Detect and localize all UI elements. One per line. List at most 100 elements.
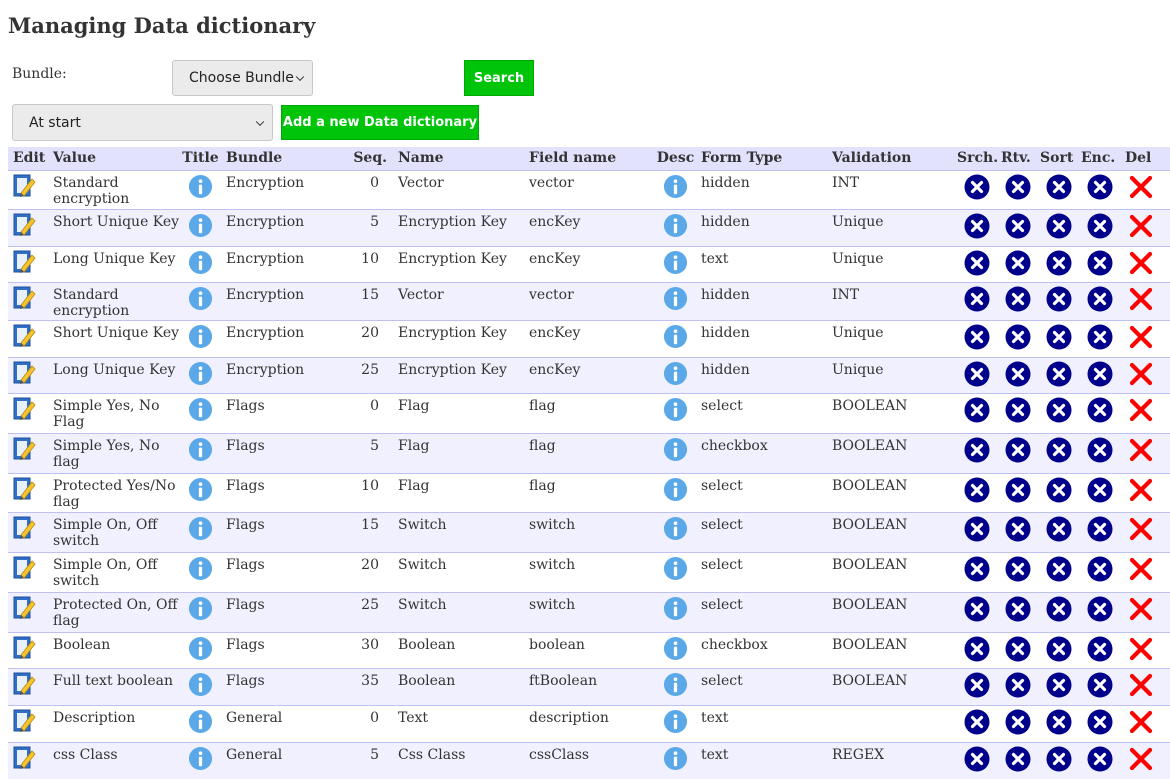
info-icon[interactable]	[663, 213, 688, 238]
edit-pencil-icon[interactable]	[12, 516, 36, 540]
info-icon[interactable]	[188, 361, 213, 386]
info-icon[interactable]	[188, 672, 213, 697]
info-icon[interactable]	[663, 516, 688, 541]
info-icon[interactable]	[188, 286, 213, 311]
delete-icon[interactable]	[1129, 673, 1153, 697]
info-icon[interactable]	[188, 746, 213, 771]
encrypt-toggle-icon[interactable]	[1087, 477, 1113, 503]
search-toggle-icon[interactable]	[964, 397, 990, 423]
sort-toggle-icon[interactable]	[1046, 437, 1072, 463]
encrypt-toggle-icon[interactable]	[1087, 437, 1113, 463]
search-toggle-icon[interactable]	[964, 746, 990, 772]
retrieve-toggle-icon[interactable]	[1005, 636, 1031, 662]
encrypt-toggle-icon[interactable]	[1087, 516, 1113, 542]
bundle-select[interactable]: Choose Bundle	[172, 60, 313, 96]
desc-info-cell[interactable]	[655, 392, 696, 433]
retrieve-toggle-icon[interactable]	[1005, 596, 1031, 622]
desc-info-cell[interactable]	[655, 208, 696, 246]
edit-pencil-icon[interactable]	[12, 324, 36, 348]
info-icon[interactable]	[663, 596, 688, 621]
edit-cell[interactable]	[8, 667, 48, 705]
edit-cell[interactable]	[8, 169, 48, 209]
title-info-cell[interactable]	[180, 392, 221, 433]
delete-icon[interactable]	[1129, 478, 1153, 502]
encrypt-toggle-icon[interactable]	[1087, 250, 1113, 276]
retrieve-toggle-icon[interactable]	[1005, 286, 1031, 312]
desc-info-cell[interactable]	[655, 245, 696, 282]
info-icon[interactable]	[188, 556, 213, 581]
desc-info-cell[interactable]	[655, 319, 696, 357]
title-info-cell[interactable]	[180, 432, 221, 473]
edit-cell[interactable]	[8, 704, 48, 742]
sort-toggle-icon[interactable]	[1046, 250, 1072, 276]
edit-cell[interactable]	[8, 551, 48, 592]
sort-toggle-icon[interactable]	[1046, 746, 1072, 772]
sort-toggle-icon[interactable]	[1046, 286, 1072, 312]
search-toggle-icon[interactable]	[964, 250, 990, 276]
title-info-cell[interactable]	[180, 208, 221, 246]
retrieve-toggle-icon[interactable]	[1005, 324, 1031, 350]
encrypt-toggle-icon[interactable]	[1087, 174, 1113, 200]
edit-pencil-icon[interactable]	[12, 672, 36, 696]
edit-pencil-icon[interactable]	[12, 437, 36, 461]
sort-toggle-icon[interactable]	[1046, 213, 1072, 239]
sort-toggle-icon[interactable]	[1046, 556, 1072, 582]
search-toggle-icon[interactable]	[964, 437, 990, 463]
delete-icon[interactable]	[1129, 398, 1153, 422]
retrieve-toggle-icon[interactable]	[1005, 516, 1031, 542]
delete-icon[interactable]	[1129, 325, 1153, 349]
info-icon[interactable]	[663, 324, 688, 349]
info-icon[interactable]	[663, 636, 688, 661]
delete-icon[interactable]	[1129, 747, 1153, 771]
retrieve-toggle-icon[interactable]	[1005, 174, 1031, 200]
edit-cell[interactable]	[8, 356, 48, 393]
search-toggle-icon[interactable]	[964, 516, 990, 542]
desc-info-cell[interactable]	[655, 591, 696, 632]
info-icon[interactable]	[188, 213, 213, 238]
edit-pencil-icon[interactable]	[12, 636, 36, 660]
title-info-cell[interactable]	[180, 704, 221, 742]
sort-toggle-icon[interactable]	[1046, 596, 1072, 622]
desc-info-cell[interactable]	[655, 667, 696, 705]
sort-toggle-icon[interactable]	[1046, 477, 1072, 503]
retrieve-toggle-icon[interactable]	[1005, 709, 1031, 735]
encrypt-toggle-icon[interactable]	[1087, 596, 1113, 622]
info-icon[interactable]	[188, 437, 213, 462]
add-data-dictionary-button[interactable]: Add a new Data dictionary	[281, 105, 479, 140]
edit-pencil-icon[interactable]	[12, 596, 36, 620]
encrypt-toggle-icon[interactable]	[1087, 556, 1113, 582]
desc-info-cell[interactable]	[655, 472, 696, 512]
info-icon[interactable]	[663, 286, 688, 311]
delete-icon[interactable]	[1129, 214, 1153, 238]
edit-cell[interactable]	[8, 208, 48, 246]
search-toggle-icon[interactable]	[964, 324, 990, 350]
retrieve-toggle-icon[interactable]	[1005, 250, 1031, 276]
sort-toggle-icon[interactable]	[1046, 174, 1072, 200]
edit-cell[interactable]	[8, 741, 48, 779]
sort-toggle-icon[interactable]	[1046, 361, 1072, 387]
title-info-cell[interactable]	[180, 511, 221, 552]
info-icon[interactable]	[188, 477, 213, 502]
delete-icon[interactable]	[1129, 557, 1153, 581]
edit-cell[interactable]	[8, 511, 48, 552]
edit-pencil-icon[interactable]	[12, 286, 36, 310]
title-info-cell[interactable]	[180, 591, 221, 632]
info-icon[interactable]	[663, 174, 688, 199]
retrieve-toggle-icon[interactable]	[1005, 213, 1031, 239]
retrieve-toggle-icon[interactable]	[1005, 361, 1031, 387]
edit-pencil-icon[interactable]	[12, 746, 36, 770]
info-icon[interactable]	[188, 709, 213, 734]
title-info-cell[interactable]	[180, 281, 221, 320]
desc-info-cell[interactable]	[655, 356, 696, 393]
edit-cell[interactable]	[8, 432, 48, 473]
search-toggle-icon[interactable]	[964, 556, 990, 582]
info-icon[interactable]	[663, 361, 688, 386]
desc-info-cell[interactable]	[655, 511, 696, 552]
edit-pencil-icon[interactable]	[12, 397, 36, 421]
edit-cell[interactable]	[8, 392, 48, 433]
desc-info-cell[interactable]	[655, 704, 696, 742]
title-info-cell[interactable]	[180, 631, 221, 668]
info-icon[interactable]	[663, 746, 688, 771]
info-icon[interactable]	[188, 636, 213, 661]
search-toggle-icon[interactable]	[964, 477, 990, 503]
